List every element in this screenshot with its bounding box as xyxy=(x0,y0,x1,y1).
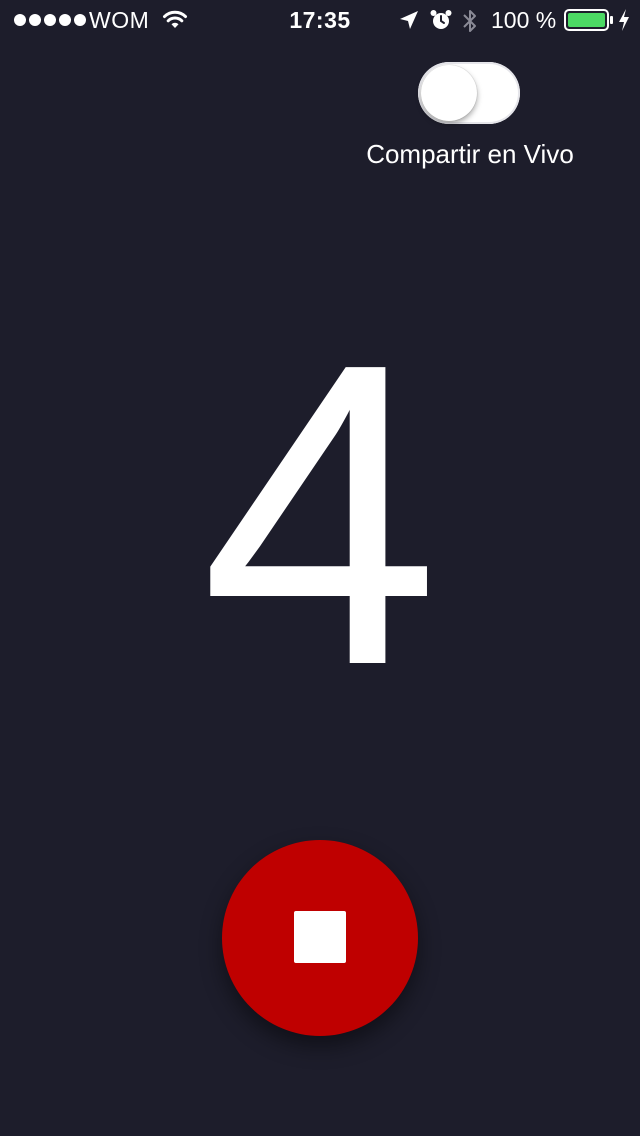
live-share-toggle[interactable] xyxy=(418,62,520,124)
toggle-knob[interactable] xyxy=(421,65,477,121)
bluetooth-icon xyxy=(461,7,479,41)
alarm-clock-icon xyxy=(429,8,453,38)
countdown-number: 4 xyxy=(200,275,440,755)
status-bar: WOM 17:35 100 % xyxy=(0,0,640,40)
location-arrow-icon xyxy=(398,9,420,37)
stop-button[interactable] xyxy=(222,840,418,1036)
stop-square-icon xyxy=(294,911,346,963)
lightning-bolt-icon xyxy=(617,8,631,38)
battery-icon xyxy=(564,9,614,37)
live-share-label: Compartir en Vivo xyxy=(366,139,574,169)
battery-percent: 100 % xyxy=(491,7,557,33)
recording-screen: WOM 17:35 100 % Compartir en Vivo 4 xyxy=(0,0,640,1136)
